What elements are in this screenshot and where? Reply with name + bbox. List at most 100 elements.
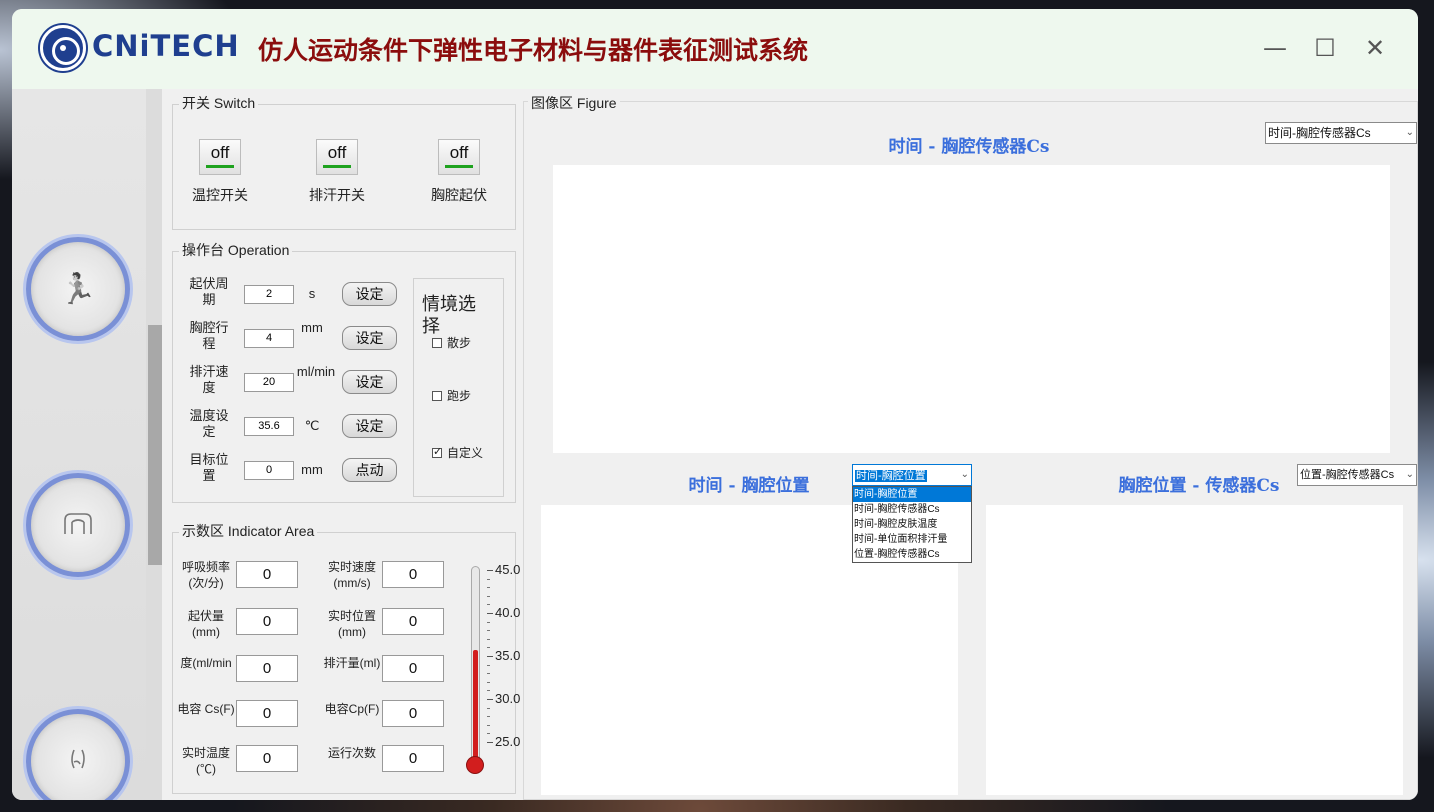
sweat-volume-label: 排汗量(ml) [323,656,381,670]
scene-walk-option[interactable]: 散步 [432,334,471,351]
capacitance-cp-value: 0 [382,700,444,727]
realtime-temperature-label: 实时温度(℃) [181,746,230,776]
thermometer-minor-tick [487,673,490,675]
thermometer-major-tick [487,742,493,743]
thermometer-minor-tick [487,595,490,597]
app-window: CNiTECH 仿人运动条件下弹性电子材料与器件表征测试系统 — ☐ ✕ 🏃 开… [12,9,1418,800]
bottom-left-chart-dropdown: 时间-胸腔位置 时间-胸腔传感器Cs 时间-胸腔皮肤温度 时间-单位面积排汗量 … [852,486,972,563]
thermometer-minor-tick [487,647,490,649]
nav-scrollbar-thumb[interactable] [148,325,162,565]
app-title: 仿人运动条件下弹性电子材料与器件表征测试系统 [258,36,809,65]
period-input[interactable]: 2 [244,285,294,304]
thermometer-tick-label: 30.0 [495,691,521,706]
bottom-left-chart-select[interactable]: 时间-胸腔位置 ⌄ [852,464,972,486]
checkbox[interactable] [432,338,442,348]
bottom-right-chart-select[interactable]: 位置-胸腔传感器Cs ⌄ [1297,464,1417,486]
select-value: 时间-胸腔位置 [855,470,927,482]
capacitance-cp-label: 电容Cp(F) [324,702,380,716]
thermometer-minor-tick [487,630,490,632]
select-value: 时间-胸腔传感器Cs [1268,126,1371,140]
target-position-input[interactable]: 0 [244,461,294,480]
operation-panel: 操作台 Operation 起伏周期 2 s 设定 胸腔行程 4 mm 设定 排… [172,240,516,503]
thermometer-minor-tick [487,716,490,718]
realtime-speed-label: 实时速度(mm/s) [327,560,376,590]
thermometer-tick-label: 35.0 [495,648,521,663]
thermometer-level [473,649,478,763]
sweat-rate-label: 排汗速度 [189,364,229,395]
jog-button[interactable]: 点动 [342,458,397,482]
rise-amount-label: 起伏量(mm) [187,609,224,639]
thermometer-major-tick [487,570,493,571]
title-bar: CNiTECH 仿人运动条件下弹性电子材料与器件表征测试系统 — ☐ ✕ [12,9,1418,89]
figure-panel: 图像区 Figure 时间 - 胸腔传感器Cs 时间-胸腔传感器Cs ⌄ 时间 … [523,93,1418,800]
thermometer-minor-tick [487,604,490,606]
sweat-switch[interactable]: off [316,139,358,175]
run-count-label: 运行次数 [327,746,376,760]
thermometer-minor-tick [487,638,490,640]
top-chart-title: 时间 - 胸腔传感器Cs [888,137,1050,157]
period-unit: s [308,286,316,301]
scene-run-option[interactable]: 跑步 [432,387,471,404]
minimize-button[interactable]: — [1258,33,1292,63]
sweat-rate-set-button[interactable]: 设定 [342,370,397,394]
chevron-down-icon: ⌄ [1405,127,1414,138]
thermometer-minor-tick [487,578,490,580]
temperature-control-switch[interactable]: off [199,139,241,175]
sweat-volume-value: 0 [382,655,444,682]
sweat-rate-input[interactable]: 20 [244,373,294,392]
thermometer-minor-tick [487,707,490,709]
switch-panel-title: 开关 Switch [179,93,259,113]
realtime-position-value: 0 [382,608,444,635]
period-label: 起伏周期 [189,276,229,307]
stroke-unit: mm [301,320,323,335]
temperature-input[interactable]: 35.6 [244,417,294,436]
thermometer-tick-label: 40.0 [495,605,521,620]
nav-running-button[interactable]: 🏃 [26,237,130,341]
top-chart-plot[interactable] [553,165,1390,453]
dropdown-option[interactable]: 位置-胸腔传感器Cs [853,547,971,562]
thermometer-tube [471,566,480,764]
stroke-input[interactable]: 4 [244,329,294,348]
close-button[interactable]: ✕ [1358,33,1392,63]
nav-body-button[interactable] [26,709,130,800]
nav-chest-button[interactable] [26,473,130,577]
chest-icon [61,506,95,544]
realtime-position-label: 实时位置(mm) [327,609,376,639]
chevron-down-icon: ⌄ [1405,469,1414,480]
thermometer-minor-tick [487,621,490,623]
capacitance-cs-value: 0 [236,700,298,727]
maximize-button[interactable]: ☐ [1308,33,1342,63]
temperature-unit: ℃ [304,418,320,433]
indicator-panel: 示数区 Indicator Area 呼吸频率(次/分) 0 起伏量(mm) 0… [172,521,520,794]
dropdown-option[interactable]: 时间-单位面积排汗量 [853,532,971,547]
running-person-icon: 🏃 [59,271,97,307]
scene-custom-option[interactable]: 自定义 [432,444,483,461]
checkbox-label: 散步 [447,336,472,350]
bottom-right-chart-plot[interactable] [986,505,1403,795]
top-chart-select[interactable]: 时间-胸腔传感器Cs ⌄ [1265,122,1417,144]
stroke-set-button[interactable]: 设定 [342,326,397,350]
thermometer-minor-tick [487,587,490,589]
realtime-temperature-value: 0 [236,745,298,772]
breath-rate-value: 0 [236,561,298,588]
temperature-set-button[interactable]: 设定 [342,414,397,438]
dropdown-option[interactable]: 时间-胸腔皮肤温度 [853,517,971,532]
thermometer-minor-tick [487,733,490,735]
scene-select-box: 情境选择 散步 跑步 自定义 [413,278,504,497]
checkbox[interactable] [432,391,442,401]
checkbox-checked[interactable] [432,445,442,458]
temperature-label: 温度设定 [189,408,229,439]
rise-amount-value: 0 [236,608,298,635]
bottom-right-chart-title: 胸腔位置 - 传感器Cs [1118,476,1280,496]
checkbox-label: 跑步 [447,389,472,403]
period-set-button[interactable]: 设定 [342,282,397,306]
chest-motion-switch[interactable]: off [438,139,480,175]
dropdown-option[interactable]: 时间-胸腔位置 [853,487,971,502]
thermometer-bulb [466,756,484,774]
operation-panel-title: 操作台 Operation [179,240,293,260]
dropdown-option[interactable]: 时间-胸腔传感器Cs [853,502,971,517]
sweat-rate-readout-label: 度(ml/min [180,656,232,670]
thermometer-tick-label: 45.0 [495,562,521,577]
thermometer-major-tick [487,656,493,657]
thermometer-minor-tick [487,724,490,726]
